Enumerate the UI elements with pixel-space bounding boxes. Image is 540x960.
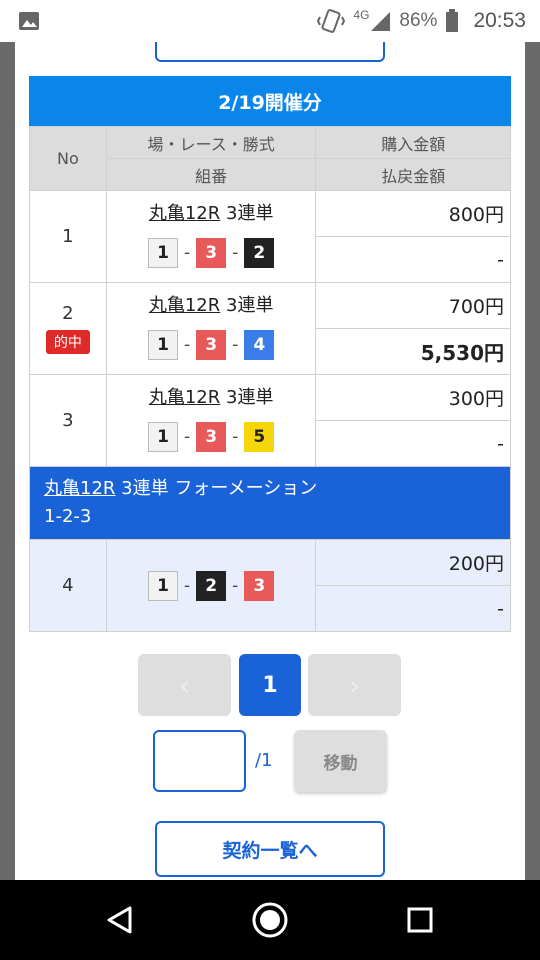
contract-list-button-top[interactable] xyxy=(155,42,385,62)
boat-2: 2 xyxy=(244,238,275,268)
signal-icon xyxy=(371,12,391,31)
page-number-input[interactable] xyxy=(153,730,246,792)
status-bar: 4G 86% 20:53 xyxy=(0,0,540,42)
row-no: 3 xyxy=(29,374,107,467)
home-circle-icon xyxy=(252,902,288,938)
boat-1: 1 xyxy=(148,422,178,452)
bet-type: 3連単 xyxy=(226,387,274,408)
purchase-amount: 800円 xyxy=(315,190,511,237)
venue-link[interactable]: 丸亀12R xyxy=(149,203,220,224)
table-row: 4 1 - 2 - 3 200円 xyxy=(29,539,511,632)
row-no: 2 xyxy=(62,303,74,324)
vibrate-icon xyxy=(317,9,346,33)
move-button[interactable]: 移動 xyxy=(294,730,387,792)
chevron-left-icon: ‹ xyxy=(178,668,191,702)
purchase-amount: 200円 xyxy=(315,539,511,586)
boat-3: 3 xyxy=(244,570,275,601)
venue-link[interactable]: 丸亀12R xyxy=(149,387,220,408)
current-page-button[interactable]: 1 xyxy=(239,654,301,716)
payout-amount: - xyxy=(315,585,511,632)
boat-3: 3 xyxy=(196,238,227,268)
combo: 1 - 2 - 3 xyxy=(107,570,316,601)
venue-cell: 1 - 2 - 3 xyxy=(105,539,317,632)
payout-amount: - xyxy=(315,236,511,283)
venue-cell: 丸亀12R 3連単 1 - 3 - 2 xyxy=(105,190,317,283)
boat-5: 5 xyxy=(244,422,275,452)
formation-venue-link[interactable]: 丸亀12R xyxy=(44,478,115,499)
formation-label: 3連単 フォーメーション xyxy=(121,478,318,499)
recents-square-icon xyxy=(407,907,433,933)
bet-type: 3連単 xyxy=(226,295,274,316)
formation-header: 丸亀12R 3連単 フォーメーション 1-2-3 xyxy=(29,466,511,540)
next-page-button[interactable]: › xyxy=(308,654,401,716)
recents-button[interactable] xyxy=(400,900,440,940)
header-combination: 組番 xyxy=(105,158,317,191)
bet-table: No 場・レース・勝式 購入金額 組番 払戻金額 1 丸亀12R 3連単 1 -… xyxy=(29,126,511,632)
header-purchase-amount: 購入金額 xyxy=(315,126,511,159)
image-notification-icon xyxy=(19,12,39,30)
boat-2: 2 xyxy=(196,570,227,601)
row-no: 1 xyxy=(29,190,107,283)
battery-percent: 86% xyxy=(399,10,438,31)
prev-page-button[interactable]: ‹ xyxy=(138,654,231,716)
total-pages: /1 xyxy=(255,750,273,771)
date-header: 2/19開催分 xyxy=(29,76,511,126)
table-row: 2 的中 丸亀12R 3連単 1 - 3 - 4 700円 xyxy=(29,282,511,375)
combo: 1 - 3 - 4 xyxy=(107,330,316,360)
purchase-amount: 300円 xyxy=(315,374,511,421)
header-no: No xyxy=(29,126,107,191)
row-no-cell: 2 的中 xyxy=(29,282,107,375)
header-venue-race-type: 場・レース・勝式 xyxy=(105,126,317,159)
navigation-bar xyxy=(0,880,540,960)
clock: 20:53 xyxy=(473,9,526,32)
venue-link[interactable]: 丸亀12R xyxy=(149,295,220,316)
network-type: 4G xyxy=(353,8,370,22)
table-row: 1 丸亀12R 3連単 1 - 3 - 2 800円 xyxy=(29,190,511,283)
boat-3: 3 xyxy=(196,330,227,360)
boat-3: 3 xyxy=(196,422,227,452)
hit-badge: 的中 xyxy=(45,330,90,354)
combo: 1 - 3 - 2 xyxy=(107,238,316,268)
table-row: 3 丸亀12R 3連単 1 - 3 - 5 300円 xyxy=(29,374,511,467)
contract-list-button[interactable]: 契約一覧へ xyxy=(155,821,385,877)
battery-icon xyxy=(446,9,459,32)
purchase-amount: 700円 xyxy=(315,282,511,329)
boat-1: 1 xyxy=(148,330,178,360)
payout-amount: 5,530円 xyxy=(315,328,511,375)
header-payout-amount: 払戻金額 xyxy=(315,158,511,191)
formation-combo-text: 1-2-3 xyxy=(44,506,92,527)
row-no: 4 xyxy=(29,539,107,632)
venue-cell: 丸亀12R 3連単 1 - 3 - 4 xyxy=(105,282,317,375)
home-button[interactable] xyxy=(250,900,290,940)
combo: 1 - 3 - 5 xyxy=(107,422,316,452)
background-page-left xyxy=(0,42,15,882)
bet-history-modal: 2/19開催分 No 場・レース・勝式 購入金額 組番 払戻金額 1 丸亀12R… xyxy=(15,42,525,880)
boat-4: 4 xyxy=(244,330,275,360)
bet-type: 3連単 xyxy=(226,203,274,224)
back-triangle-icon xyxy=(107,906,132,934)
background-page-right xyxy=(525,42,540,882)
chevron-right-icon: › xyxy=(348,668,361,702)
payout-amount: - xyxy=(315,420,511,467)
back-button[interactable] xyxy=(100,900,140,940)
venue-cell: 丸亀12R 3連単 1 - 3 - 5 xyxy=(105,374,317,467)
boat-1: 1 xyxy=(148,238,178,268)
boat-1: 1 xyxy=(148,570,178,601)
